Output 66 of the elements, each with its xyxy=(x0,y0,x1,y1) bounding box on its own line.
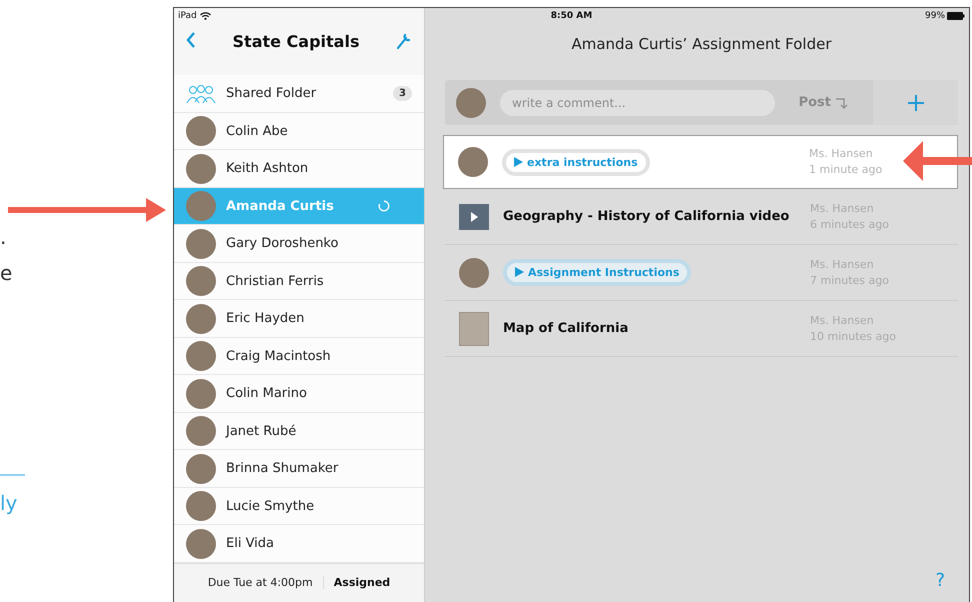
avatar xyxy=(186,304,216,334)
avatar xyxy=(186,528,216,559)
avatar xyxy=(186,191,216,222)
student-name: Eli Vida xyxy=(226,536,276,552)
student-list-item[interactable]: Janet Rubé xyxy=(174,412,424,450)
student-list-item[interactable]: Christian Ferris xyxy=(174,262,424,300)
student-name: Amanda Curtis xyxy=(226,198,335,214)
student-name: Keith Ashton xyxy=(226,161,310,176)
avatar xyxy=(186,154,216,184)
avatar xyxy=(459,258,489,288)
student-list-item[interactable]: Brinna Shumaker xyxy=(174,450,424,488)
avatar xyxy=(186,378,216,409)
timestamp: 1 minute ago xyxy=(809,162,884,178)
student-list-item[interactable]: Gary Doroshenko xyxy=(174,225,424,263)
text-fragment: e xyxy=(0,260,12,287)
avatar xyxy=(186,266,216,296)
student-name: Brinna Shumaker xyxy=(226,461,340,476)
loading-spinner-icon xyxy=(378,200,390,212)
avatar xyxy=(186,228,216,259)
avatar xyxy=(186,454,216,484)
count-badge: 3 xyxy=(393,86,412,102)
battery-icon xyxy=(947,12,966,20)
student-name: Christian Ferris xyxy=(226,274,325,289)
due-date: Due Tue at 4:00pm xyxy=(208,576,324,590)
return-arrow-icon xyxy=(835,96,849,108)
student-name: Craig Macintosh xyxy=(226,348,332,364)
comment-field[interactable]: write a comment... xyxy=(500,90,775,116)
photo-placeholder xyxy=(459,312,489,346)
student-name: Janet Rubé xyxy=(226,424,298,439)
student-list-item[interactable]: Lucie Smythe xyxy=(174,488,424,526)
avatar xyxy=(186,341,216,372)
item-title: Map of California xyxy=(503,321,630,336)
avatar xyxy=(186,491,216,522)
avatar xyxy=(186,116,216,146)
item-title: Geography - History of California video xyxy=(503,209,790,224)
avatar xyxy=(458,147,488,177)
wifi-icon xyxy=(200,12,211,20)
avatar xyxy=(186,416,216,446)
student-name: Shared Folder xyxy=(226,86,318,102)
student-name: Lucie Smythe xyxy=(226,498,316,514)
student-list-item[interactable]: Shared Folder 3 xyxy=(174,75,424,113)
assignment-status: Assigned xyxy=(334,576,390,590)
play-icon xyxy=(514,156,523,166)
device-name: iPad xyxy=(178,11,197,21)
student-name: Colin Marino xyxy=(226,386,308,402)
student-list-item[interactable]: Colin Abe xyxy=(174,112,424,150)
play-icon xyxy=(515,267,524,277)
student-name: Eric Hayden xyxy=(226,311,306,326)
wrench-icon[interactable] xyxy=(396,32,412,50)
student-name: Colin Abe xyxy=(226,124,289,139)
folder-title: Amanda Curtis’ Assignment Folder xyxy=(570,35,833,53)
video-file-icon xyxy=(459,202,489,232)
back-icon[interactable] xyxy=(186,32,196,48)
plus-icon xyxy=(906,94,924,112)
student-name: Gary Doroshenko xyxy=(226,236,340,252)
student-list-item[interactable]: Colin Marino xyxy=(174,375,424,413)
battery-percent: 99% xyxy=(925,11,946,21)
class-title: State Capitals xyxy=(232,32,360,51)
group-icon xyxy=(186,84,216,104)
student-list-item[interactable]: Eric Hayden xyxy=(174,300,424,338)
text-fragment: . xyxy=(0,224,6,251)
avatar xyxy=(456,88,486,118)
clock: 8:50 AM xyxy=(550,11,592,21)
student-list-item[interactable]: Craig Macintosh xyxy=(174,338,424,376)
pointer-arrow xyxy=(903,141,972,181)
author-name: Ms. Hansen xyxy=(809,146,874,162)
